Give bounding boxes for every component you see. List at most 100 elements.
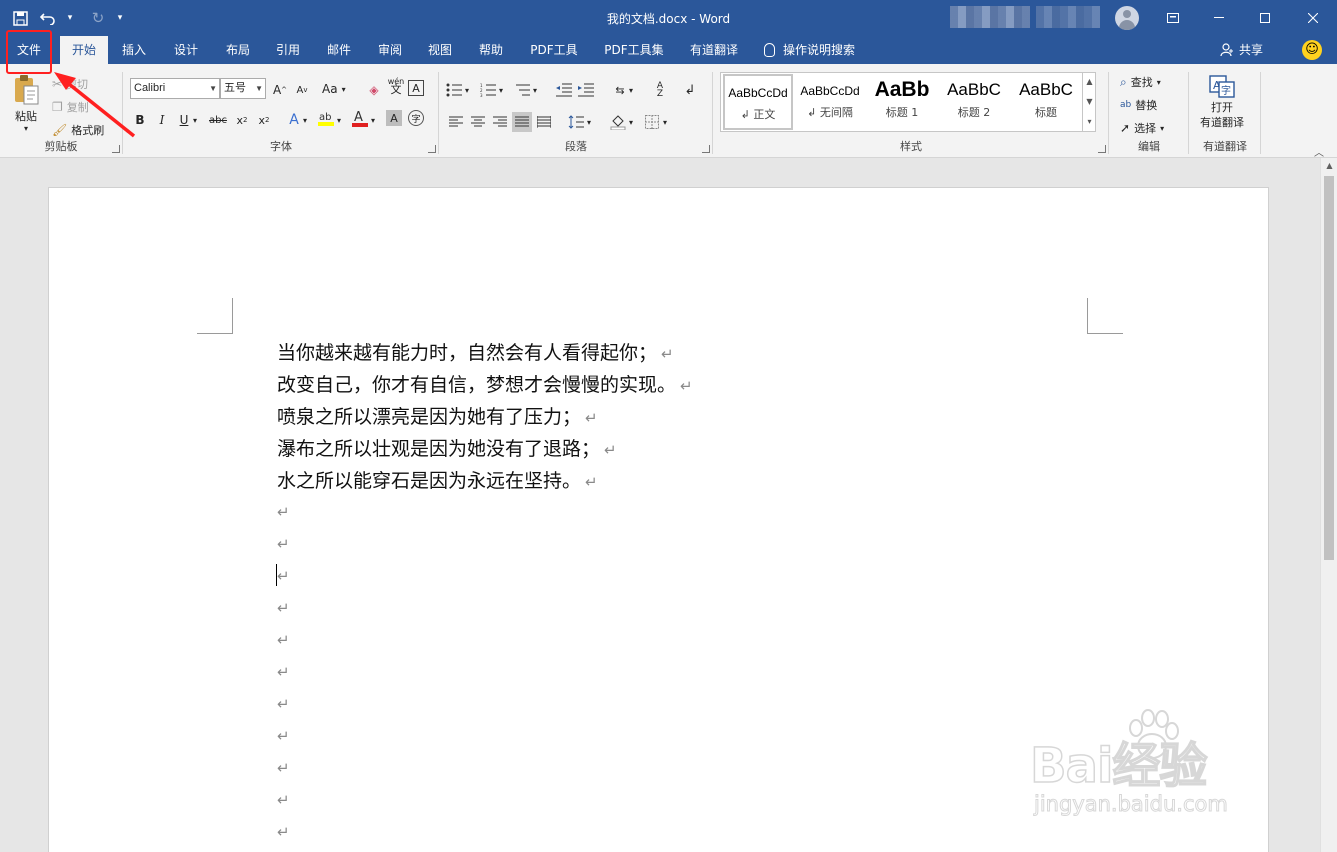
- tell-me-search[interactable]: 操作说明搜索: [764, 36, 855, 64]
- empty-paragraph[interactable]: ↵: [277, 564, 290, 586]
- empty-paragraph[interactable]: ↵: [277, 820, 290, 842]
- paragraph-mark: ↵: [585, 409, 598, 427]
- font-color-icon[interactable]: A: [350, 108, 370, 128]
- paragraph-mark: ↵: [277, 535, 290, 553]
- share-button[interactable]: 共享: [1220, 36, 1263, 64]
- line-spacing-icon[interactable]: [566, 112, 586, 132]
- font-name-combo[interactable]: Calibri ▼: [130, 78, 220, 99]
- highlight-dropdown-icon[interactable]: ▾: [334, 110, 344, 130]
- empty-paragraph[interactable]: ↵: [277, 756, 290, 778]
- clear-formatting-icon[interactable]: ◈: [364, 80, 384, 100]
- subscript-button[interactable]: x2: [232, 110, 252, 130]
- align-left-icon[interactable]: [446, 112, 466, 132]
- tab-pdf-tools[interactable]: PDF工具: [524, 36, 584, 64]
- tab-pdf-toolset[interactable]: PDF工具集: [598, 36, 670, 64]
- justify-icon[interactable]: [512, 112, 532, 132]
- phonetic-guide-button[interactable]: wén 文: [386, 76, 406, 96]
- sort-icon[interactable]: AZ: [650, 80, 670, 100]
- styles-dialog-launcher[interactable]: [1098, 145, 1106, 153]
- chevron-down-icon: ▾: [1160, 123, 1165, 133]
- scrollbar-thumb[interactable]: [1324, 176, 1334, 560]
- feedback-smiley-icon[interactable]: ☺: [1302, 40, 1322, 60]
- grow-font-button[interactable]: A ^: [270, 80, 290, 100]
- increase-indent-icon[interactable]: [576, 80, 596, 100]
- vertical-scrollbar[interactable]: ▲: [1320, 158, 1337, 852]
- multilevel-list-icon[interactable]: [512, 80, 532, 100]
- select-button[interactable]: ➚ 选择 ▾: [1120, 120, 1164, 136]
- document-line[interactable]: 瀑布之所以壮观是因为她没有了退路； ↵: [277, 434, 617, 461]
- tab-layout[interactable]: 布局: [218, 36, 258, 64]
- distributed-icon[interactable]: [534, 112, 554, 132]
- highlight-color-icon[interactable]: ab: [316, 108, 336, 128]
- strikethrough-button[interactable]: abc: [208, 110, 228, 130]
- empty-paragraph[interactable]: ↵: [277, 628, 290, 650]
- ribbon-display-options-button[interactable]: [1150, 0, 1196, 36]
- empty-paragraph[interactable]: ↵: [277, 532, 290, 554]
- format-painter-button[interactable]: 🖌 格式刷: [52, 122, 104, 138]
- empty-paragraph[interactable]: ↵: [277, 596, 290, 618]
- align-right-icon[interactable]: [490, 112, 510, 132]
- empty-paragraph[interactable]: ↵: [277, 692, 290, 714]
- maximize-button[interactable]: [1242, 0, 1288, 36]
- paragraph-dialog-launcher[interactable]: [702, 145, 710, 153]
- tab-review[interactable]: 审阅: [370, 36, 410, 64]
- show-formatting-marks-icon[interactable]: ↲: [680, 80, 700, 100]
- enclose-characters-button[interactable]: 字: [408, 110, 424, 126]
- tab-youdao-translate[interactable]: 有道翻译: [682, 36, 746, 64]
- font-dialog-launcher[interactable]: [428, 145, 436, 153]
- shading-dropdown-icon[interactable]: ▾: [626, 112, 636, 132]
- empty-paragraph[interactable]: ↵: [277, 724, 290, 746]
- document-line[interactable]: 当你越来越有能力时，自然会有人看得起你； ↵: [277, 338, 674, 365]
- change-case-button[interactable]: Aa ▾: [322, 82, 346, 96]
- open-youdao-button[interactable]: A 字 打开 有道翻译: [1200, 74, 1244, 130]
- tab-design[interactable]: 设计: [166, 36, 206, 64]
- tab-references[interactable]: 引用: [268, 36, 308, 64]
- shading-bucket-icon[interactable]: [608, 112, 628, 132]
- collapse-ribbon-icon[interactable]: ︿: [1314, 144, 1324, 159]
- line-spacing-dropdown-icon[interactable]: ▾: [584, 112, 594, 132]
- bullets-dropdown-icon[interactable]: ▾: [462, 80, 472, 100]
- font-color-dropdown-icon[interactable]: ▾: [368, 110, 378, 130]
- underline-dropdown-icon[interactable]: ▾: [190, 110, 200, 130]
- character-shading-button[interactable]: A: [386, 110, 402, 126]
- superscript-button[interactable]: x2: [254, 110, 274, 130]
- empty-paragraph[interactable]: ↵: [277, 788, 290, 810]
- copy-button[interactable]: ❐ 复制: [52, 99, 89, 115]
- close-button[interactable]: [1290, 0, 1336, 36]
- cut-button[interactable]: ✂ 剪切: [52, 76, 88, 92]
- multilevel-dropdown-icon[interactable]: ▾: [530, 80, 540, 100]
- minimize-button[interactable]: [1196, 0, 1242, 36]
- group-divider: [438, 72, 439, 154]
- align-center-icon[interactable]: [468, 112, 488, 132]
- borders-icon[interactable]: [642, 112, 662, 132]
- document-line[interactable]: 改变自己，你才有自信，梦想才会慢慢的实现。 ↵: [277, 370, 693, 397]
- empty-paragraph[interactable]: ↵: [277, 500, 290, 522]
- scroll-up-icon[interactable]: ▲: [1321, 158, 1337, 174]
- chevron-down-icon: ▾: [1156, 77, 1161, 87]
- text-effects-dropdown-icon[interactable]: ▾: [300, 110, 310, 130]
- bullets-icon[interactable]: [444, 80, 464, 100]
- numbering-icon[interactable]: 123: [478, 80, 498, 100]
- italic-button[interactable]: I: [152, 110, 172, 130]
- paste-button[interactable]: 粘贴 ▾: [12, 74, 40, 133]
- tab-insert[interactable]: 插入: [114, 36, 154, 64]
- bold-button[interactable]: B: [130, 110, 150, 130]
- decrease-indent-icon[interactable]: [554, 80, 574, 100]
- replace-button[interactable]: ab 替换: [1120, 97, 1157, 113]
- empty-paragraph[interactable]: ↵: [277, 660, 290, 682]
- user-avatar[interactable]: [1115, 6, 1139, 30]
- tab-view[interactable]: 视图: [420, 36, 460, 64]
- font-size-combo[interactable]: 五号 ▼: [220, 78, 266, 99]
- find-button[interactable]: ⌕ 查找 ▾: [1120, 74, 1161, 90]
- tab-home[interactable]: 开始: [60, 36, 108, 64]
- chinese-layout-dropdown-icon[interactable]: ▾: [626, 80, 636, 100]
- document-line[interactable]: 水之所以能穿石是因为永远在坚持。 ↵: [277, 466, 598, 493]
- borders-dropdown-icon[interactable]: ▾: [660, 112, 670, 132]
- character-border-button[interactable]: A: [408, 80, 424, 96]
- document-line[interactable]: 喷泉之所以漂亮是因为她有了压力； ↵: [277, 402, 598, 429]
- clipboard-dialog-launcher[interactable]: [112, 145, 120, 153]
- shrink-font-button[interactable]: Av: [292, 80, 312, 100]
- tab-help[interactable]: 帮助: [471, 36, 511, 64]
- tab-mailings[interactable]: 邮件: [319, 36, 359, 64]
- numbering-dropdown-icon[interactable]: ▾: [496, 80, 506, 100]
